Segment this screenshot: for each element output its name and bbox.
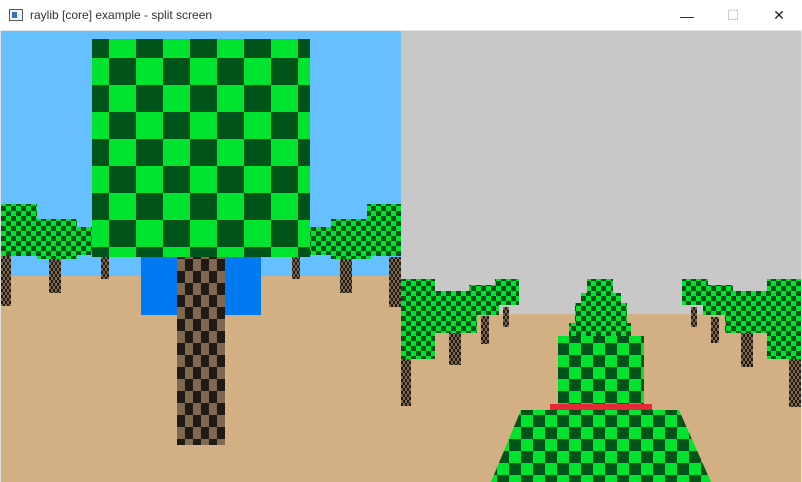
window-title-bar: raylib [core] example - split screen — ☐…	[0, 0, 802, 31]
minimize-button[interactable]: —	[664, 0, 710, 31]
near-tree-canopy	[491, 410, 711, 482]
app-window-icon	[9, 9, 23, 21]
player2-viewport	[401, 31, 801, 482]
sky	[401, 31, 801, 314]
player1-viewport	[1, 31, 401, 482]
close-button[interactable]: ✕	[756, 0, 802, 31]
maximize-button[interactable]: ☐	[710, 0, 756, 31]
window-title: raylib [core] example - split screen	[30, 8, 213, 22]
